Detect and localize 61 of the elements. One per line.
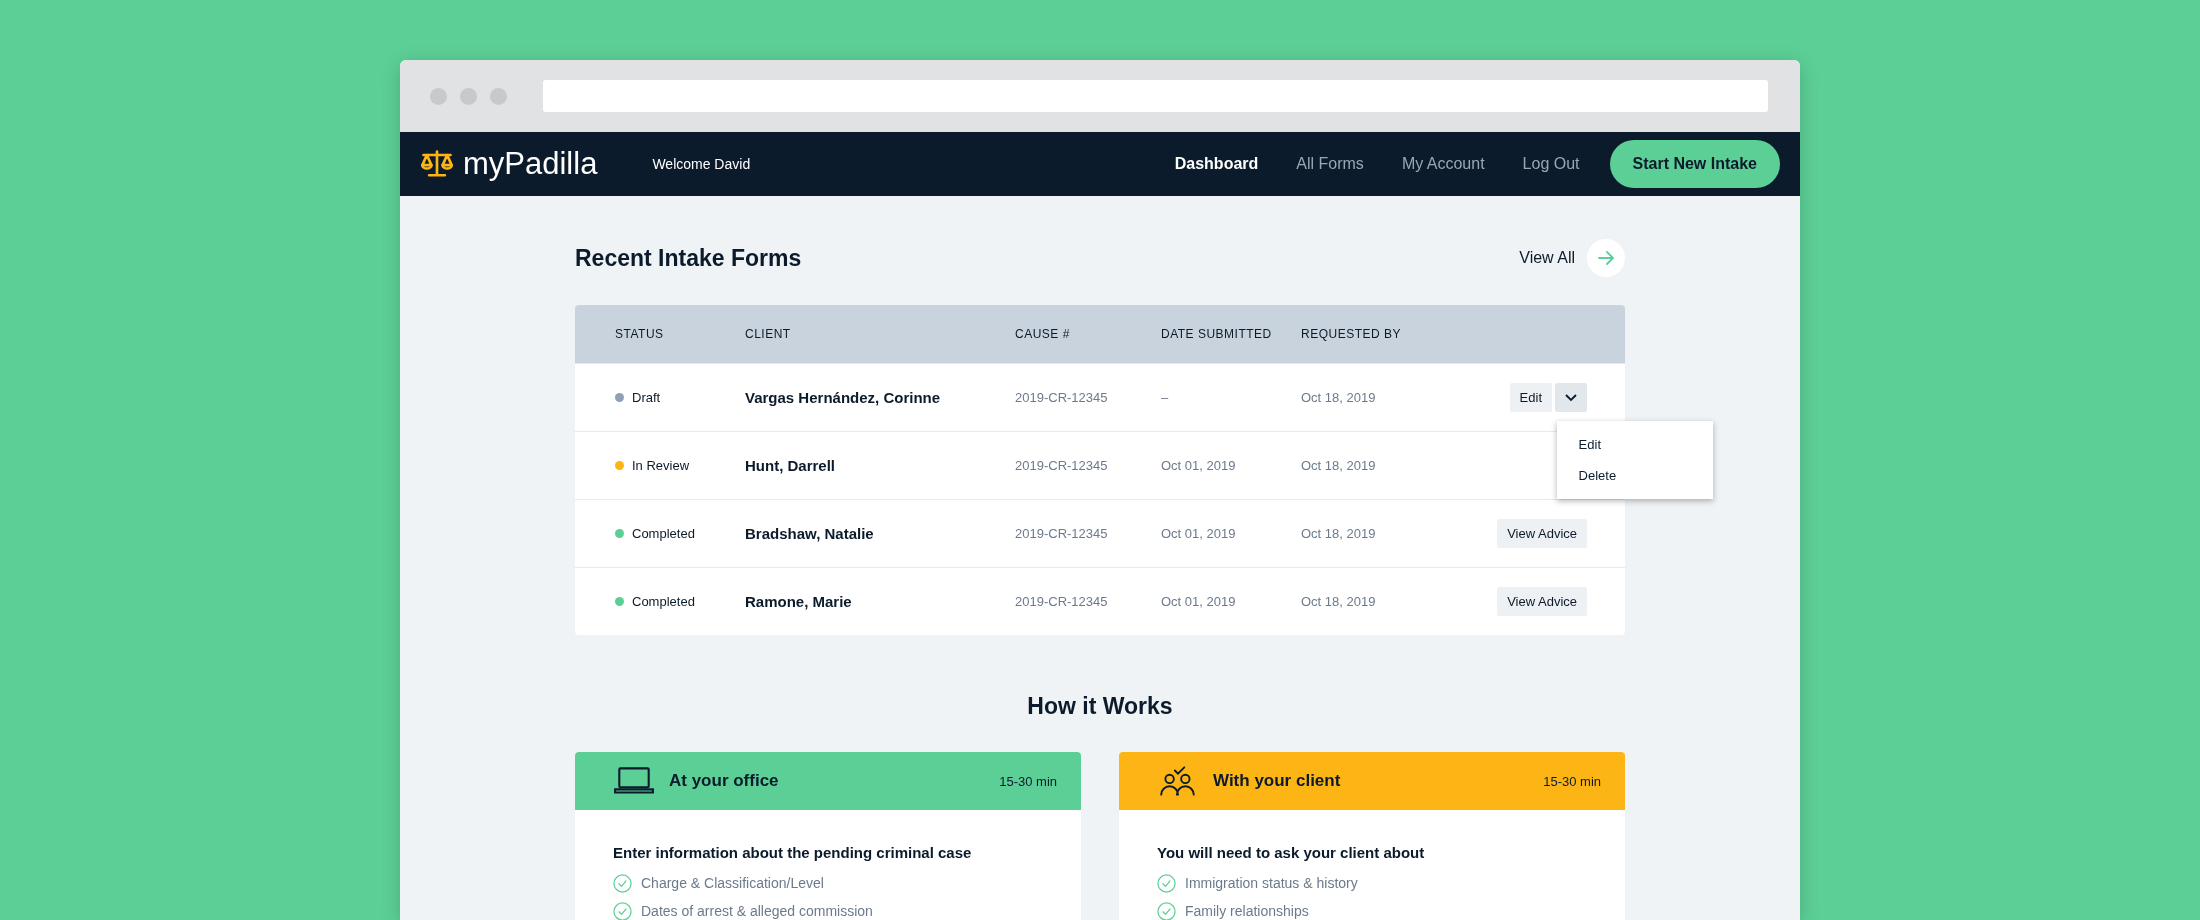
client-name: Hunt, Darrell [745,457,836,474]
time-estimate: 15-30 min [999,773,1057,789]
chevron-down-icon [1565,393,1577,402]
requested-date: Oct 18, 2019 [1301,458,1377,473]
nav-link[interactable]: All Forms [1296,155,1364,173]
nav-link[interactable]: Dashboard [1174,155,1259,173]
checklist-item: Family relationships [1185,903,1309,919]
cause-number: 2019-CR-12345 [1015,594,1109,609]
time-estimate: 15-30 min [1543,773,1601,789]
card-title: At your office [669,771,779,791]
start-intake-button[interactable]: Start New Intake [1609,140,1780,188]
window-control-icon[interactable] [430,87,447,105]
nav-link[interactable]: Log Out [1522,155,1580,173]
column-header: DATE SUBMITTED [1161,327,1273,341]
laptop-icon [613,766,655,796]
status-text: In Review [632,458,690,473]
column-header: REQUESTED BY [1301,327,1403,341]
cause-number: 2019-CR-12345 [1015,458,1109,473]
view-advice-button[interactable]: View Advice [1497,587,1587,616]
requested-date: Oct 18, 2019 [1301,390,1377,405]
client-name: Ramone, Marie [745,593,853,610]
welcome-text: Welcome David [652,156,751,172]
window-control-icon[interactable] [490,87,507,105]
view-all-link[interactable]: View All [1519,249,1575,267]
dropdown-button[interactable] [1555,383,1587,412]
column-header: CLIENT [745,327,792,341]
checklist-item: Immigration status & history [1185,875,1358,891]
brand-name[interactable]: myPadilla [463,146,598,182]
view-advice-button[interactable]: View Advice [1497,519,1587,548]
column-header: CAUSE # [1015,327,1071,341]
status-text: Completed [632,526,695,541]
date-submitted: Oct 01, 2019 [1161,594,1237,609]
edit-button[interactable]: Edit [1509,383,1552,412]
status-text: Draft [632,390,661,405]
section-title: How it Works [1026,693,1174,720]
card-title: With your client [1213,771,1341,791]
column-header: STATUS [615,327,665,341]
checklist-item: Charge & Classification/Level [641,875,824,891]
client-name: Bradshaw, Natalie [745,525,875,542]
menu-item[interactable]: Edit [1556,429,1713,460]
arrow-right-icon[interactable] [1587,239,1625,277]
scales-icon [419,148,455,180]
date-submitted: – [1161,390,1170,405]
client-name: Vargas Hernández, Corinne [745,389,942,406]
cause-number: 2019-CR-12345 [1015,526,1109,541]
address-bar[interactable] [543,80,1768,112]
card-lead-text: Enter information about the pending criminal case [613,844,973,861]
checklist-item: Dates of arrest & alleged commission [641,903,873,919]
menu-item[interactable]: Delete [1556,460,1713,491]
requested-date: Oct 18, 2019 [1301,526,1377,541]
window-control-icon[interactable] [460,87,477,105]
check-circle-icon [1157,873,1176,893]
requested-date: Oct 18, 2019 [1301,594,1377,609]
cause-number: 2019-CR-12345 [1015,390,1109,405]
nav-link[interactable]: My Account [1401,155,1485,173]
date-submitted: Oct 01, 2019 [1161,458,1237,473]
status-text: Completed [632,594,695,609]
card-lead-text: You will need to ask your client about [1157,844,1426,861]
date-submitted: Oct 01, 2019 [1161,526,1237,541]
check-circle-icon [613,873,632,893]
section-title: Recent Intake Forms [575,244,802,272]
